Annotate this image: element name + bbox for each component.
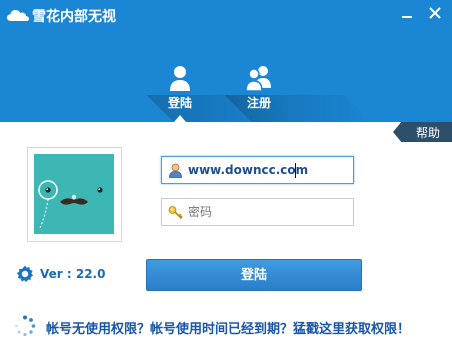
avatar[interactable] — [34, 154, 114, 234]
title-bar: 雪花内部无视 登陆 注册 — [0, 0, 452, 122]
close-icon[interactable] — [426, 4, 444, 22]
key-icon — [168, 206, 183, 220]
tab-register-label: 注册 — [246, 96, 271, 110]
cloud-logo-icon — [7, 10, 29, 21]
user-icon — [169, 163, 182, 178]
username-input[interactable] — [188, 157, 348, 183]
app-title: 雪花内部无视 — [32, 9, 116, 25]
username-field[interactable] — [161, 156, 354, 184]
text-caret — [295, 163, 296, 178]
help-link[interactable]: 帮助 — [416, 124, 440, 141]
spinner-icon — [15, 315, 36, 337]
active-tab-pointer — [174, 115, 186, 122]
tab-login-label: 登陆 — [167, 96, 192, 110]
password-field[interactable] — [161, 198, 354, 226]
tab-login[interactable]: 登陆 — [157, 64, 203, 111]
version-label: Ver : 22.0 — [40, 267, 106, 281]
tab-register[interactable]: 注册 — [236, 64, 282, 111]
minimize-icon[interactable] — [398, 4, 416, 22]
user-icon — [170, 66, 190, 91]
add-user-icon — [245, 66, 271, 92]
login-button[interactable]: 登陆 — [146, 259, 362, 291]
password-input[interactable] — [188, 199, 348, 225]
get-permission-link[interactable]: 帐号无使用权限？帐号使用时间已经到期？猛戳这里获取权限！ — [46, 318, 410, 337]
gear-icon[interactable] — [16, 265, 34, 283]
